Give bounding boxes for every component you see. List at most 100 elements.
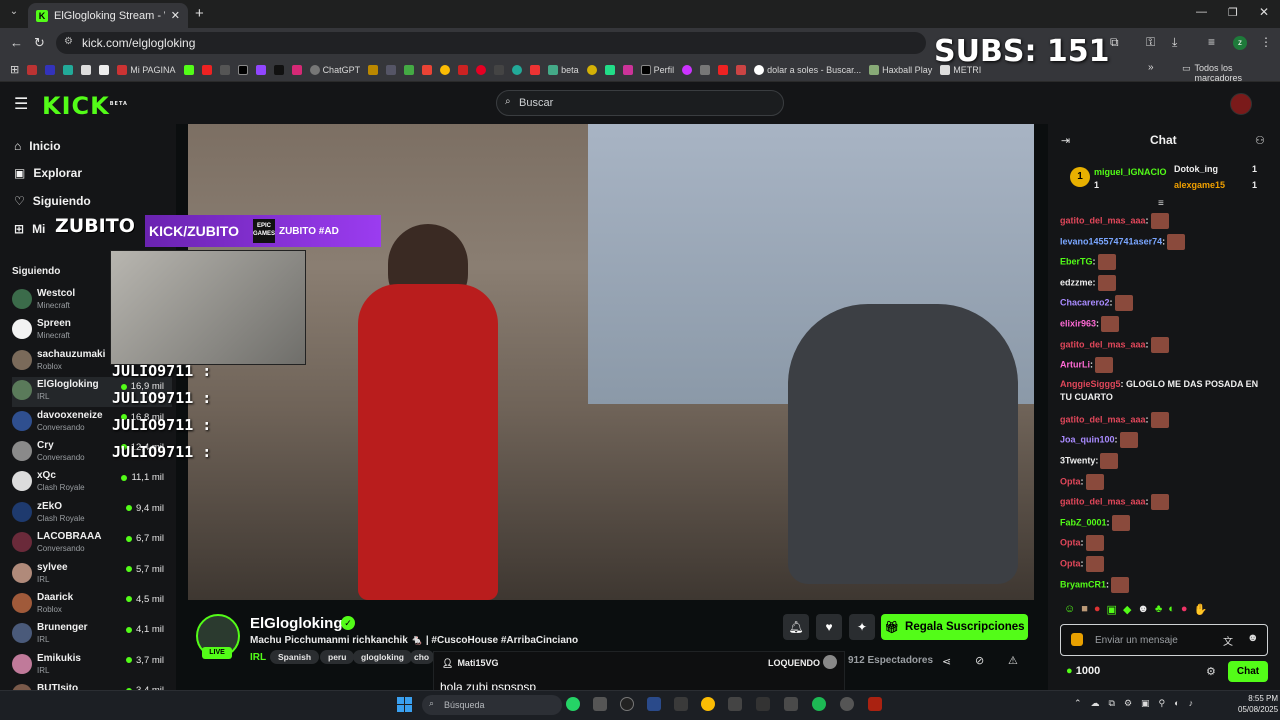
following-channel[interactable]: Brunenger IRL 4,1 mil <box>12 620 172 650</box>
following-channel[interactable]: xQc Clash Royale 11,1 mil <box>12 468 172 498</box>
bookmark-item[interactable] <box>512 64 523 75</box>
bookmark-item[interactable] <box>63 64 74 75</box>
bookmark-item[interactable] <box>494 64 505 75</box>
pinned-icon[interactable]: ≡ <box>1158 198 1164 209</box>
restore-icon[interactable]: ❐ <box>1228 6 1238 19</box>
chat-username[interactable]: gatito_del_mas_aaa <box>1060 497 1146 507</box>
chat-username[interactable]: BryamCR1 <box>1060 579 1106 589</box>
sparkle-icon[interactable]: ✦ <box>849 614 875 640</box>
top-gifter-name[interactable]: alexgame15 <box>1174 180 1225 190</box>
stream-tag[interactable]: glogloking <box>353 650 412 664</box>
bookmark-item[interactable] <box>440 64 451 75</box>
bookmark-item[interactable] <box>99 64 110 75</box>
notification-bell-icon[interactable]: 🔔︎ <box>783 614 809 640</box>
browser-tab-active[interactable]: K ElGlogloking Stream - Watch L ✕ <box>28 3 188 28</box>
bookmark-item[interactable] <box>237 64 248 75</box>
following-channel[interactable]: zEkO Clash Royale 9,4 mil <box>12 499 172 529</box>
hamburger-menu-icon[interactable]: ☰ <box>14 94 28 114</box>
collapse-chat-icon[interactable]: ⇥ <box>1061 134 1070 147</box>
taskbar-app-icon[interactable] <box>728 697 742 711</box>
streamer-name[interactable]: ElGlogloking <box>250 615 343 632</box>
bookmark-beta[interactable]: beta <box>548 64 579 75</box>
emote-icon[interactable]: ♣ <box>1155 603 1162 616</box>
window-close-icon[interactable]: ✕ <box>1259 5 1269 19</box>
hide-icon[interactable]: ⊘ <box>975 654 984 667</box>
bookmark-item[interactable] <box>386 64 397 75</box>
emote-icon[interactable]: ● <box>1094 603 1101 616</box>
emote-icon[interactable]: ◆ <box>1123 603 1131 616</box>
bookmark-perfil[interactable]: Perfil <box>640 64 674 75</box>
emote-icon[interactable]: ■ <box>1081 603 1088 616</box>
reload-icon[interactable]: ↻ <box>34 35 45 51</box>
bookmark-item[interactable] <box>201 64 212 75</box>
share-icon[interactable]: ⋖ <box>942 655 951 668</box>
tab-search-icon[interactable]: ⌄ <box>6 6 22 22</box>
emote-icon[interactable]: ▣ <box>1107 603 1117 616</box>
extensions-icon[interactable]: ⧉ <box>1110 35 1119 50</box>
bookmark-item[interactable] <box>45 64 56 75</box>
emote-icon[interactable]: ☺ <box>1064 603 1075 616</box>
stream-tag[interactable]: Spanish <box>270 650 320 664</box>
chat-username[interactable]: Opta <box>1060 558 1081 568</box>
bookmark-item[interactable] <box>476 64 487 75</box>
search-input[interactable]: ⌕ Buscar <box>496 90 784 116</box>
bookmark-item[interactable] <box>27 64 38 75</box>
bookmark-item[interactable] <box>700 64 711 75</box>
bookmark-item[interactable] <box>718 64 729 75</box>
bookmark-item[interactable] <box>368 64 379 75</box>
all-bookmarks[interactable]: ▭ Todos los marcadores <box>1182 63 1280 83</box>
stream-category[interactable]: IRL <box>250 652 266 663</box>
chat-username[interactable]: gatito_del_mas_aaa <box>1060 414 1146 424</box>
follow-heart-icon[interactable]: ♥ <box>816 614 842 640</box>
back-icon[interactable]: ← <box>10 35 23 50</box>
bookmark-item[interactable] <box>219 64 230 75</box>
chat-users-icon[interactable]: ⚇ <box>1255 134 1265 147</box>
emote-icon[interactable]: ✋ <box>1194 603 1208 616</box>
channel-points[interactable]: ● 1000 <box>1066 665 1100 677</box>
video-player[interactable] <box>188 124 1034 600</box>
nav-siguiendo[interactable]: ♡ Siguiendo <box>14 194 91 208</box>
kick-logo[interactable]: KICKBETA <box>42 92 128 120</box>
bookmark-item[interactable] <box>622 64 633 75</box>
taskbar-search[interactable]: ⌕ Búsqueda <box>422 695 562 715</box>
chat-username[interactable]: AnggieSiggg5 <box>1060 379 1121 389</box>
bookmark-dolar[interactable]: dolar a soles - Buscar... <box>754 64 861 75</box>
chat-username[interactable]: EberTG <box>1060 257 1093 267</box>
bookmark-item[interactable] <box>736 64 747 75</box>
taskbar-app-icon[interactable] <box>647 697 661 711</box>
taskbar-app-icon[interactable] <box>674 697 688 711</box>
bookmark-item[interactable] <box>458 64 469 75</box>
emote-icon[interactable]: ◐ <box>1168 603 1175 616</box>
whatsapp-icon[interactable] <box>566 697 580 711</box>
chat-username[interactable]: gatito_del_mas_aaa <box>1060 215 1146 225</box>
following-channel[interactable]: sylvee IRL 5,7 mil <box>12 560 172 590</box>
top-gifter-name[interactable]: Dotok_ing <box>1174 164 1218 174</box>
chat-username[interactable]: FabZ_0001 <box>1060 517 1107 527</box>
bookmark-item[interactable] <box>422 64 433 75</box>
profile-avatar[interactable]: z <box>1233 36 1247 50</box>
chat-username[interactable]: levano145574741aser74 <box>1060 236 1162 246</box>
nav-mi[interactable]: ⊞ Mi <box>14 222 45 236</box>
bookmark-chatgpt[interactable]: ChatGPT <box>309 64 360 75</box>
url-bar[interactable]: ⚙ kick.com/elglogloking <box>56 32 926 54</box>
spotify-icon[interactable] <box>812 697 826 711</box>
nav-inicio[interactable]: ⌂ Inicio <box>14 139 61 153</box>
bookmark-item[interactable] <box>404 64 415 75</box>
bookmark-item[interactable] <box>291 64 302 75</box>
emoji-picker-icon[interactable]: ☻ <box>1247 632 1259 644</box>
chat-settings-gear-icon[interactable]: ⚙ <box>1206 665 1216 678</box>
valorant-icon[interactable] <box>868 697 882 711</box>
following-channel[interactable]: Emikukis IRL 3,7 mil <box>12 651 172 681</box>
taskbar-clock[interactable]: 8:55 PM 05/08/2025 <box>1238 693 1278 715</box>
taskbar-app-icon[interactable] <box>784 697 798 711</box>
stream-tag[interactable]: cho <box>410 650 434 664</box>
chat-username[interactable]: Chacarero2 <box>1060 298 1110 308</box>
browser-menu-icon[interactable]: ⋮ <box>1260 35 1272 49</box>
bookmark-item[interactable] <box>604 64 615 75</box>
bookmark-item[interactable] <box>273 64 284 75</box>
bookmark-item[interactable] <box>530 64 541 75</box>
site-info-icon[interactable]: ⚙ <box>64 36 73 47</box>
bookmark-item[interactable] <box>81 64 92 75</box>
chat-username[interactable]: Joa_quin100 <box>1060 435 1115 445</box>
chat-username[interactable]: ArturLi <box>1060 360 1090 370</box>
